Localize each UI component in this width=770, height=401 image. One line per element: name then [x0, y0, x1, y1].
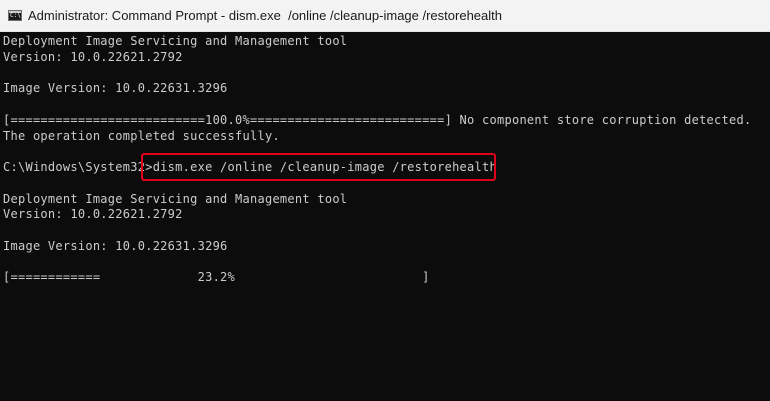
progress-line-current: [============ 23.2% ]: [3, 270, 430, 284]
progress-line-complete: [==========================100.0%=======…: [3, 113, 752, 127]
command-prompt-icon-glyph: C:\: [10, 12, 21, 19]
title-bar[interactable]: C:\ Administrator: Command Prompt - dism…: [0, 0, 770, 32]
console-line: Version: 10.0.22621.2792: [3, 50, 183, 64]
command-highlight-box: [141, 153, 496, 181]
window-title: Administrator: Command Prompt - dism.exe…: [28, 8, 502, 23]
status-line: The operation completed successfully.: [3, 129, 280, 143]
scrollbar[interactable]: [766, 32, 770, 401]
console-line: Image Version: 10.0.22631.3296: [3, 81, 228, 95]
console-line: Image Version: 10.0.22631.3296: [3, 239, 228, 253]
console-output[interactable]: Deployment Image Servicing and Managemen…: [0, 32, 770, 401]
console-line: Version: 10.0.22621.2792: [3, 207, 183, 221]
command-prompt-window: C:\ Administrator: Command Prompt - dism…: [0, 0, 770, 401]
console-line: Deployment Image Servicing and Managemen…: [3, 34, 348, 48]
command-prompt-icon: C:\: [8, 10, 22, 21]
console-line: Deployment Image Servicing and Managemen…: [3, 192, 348, 206]
